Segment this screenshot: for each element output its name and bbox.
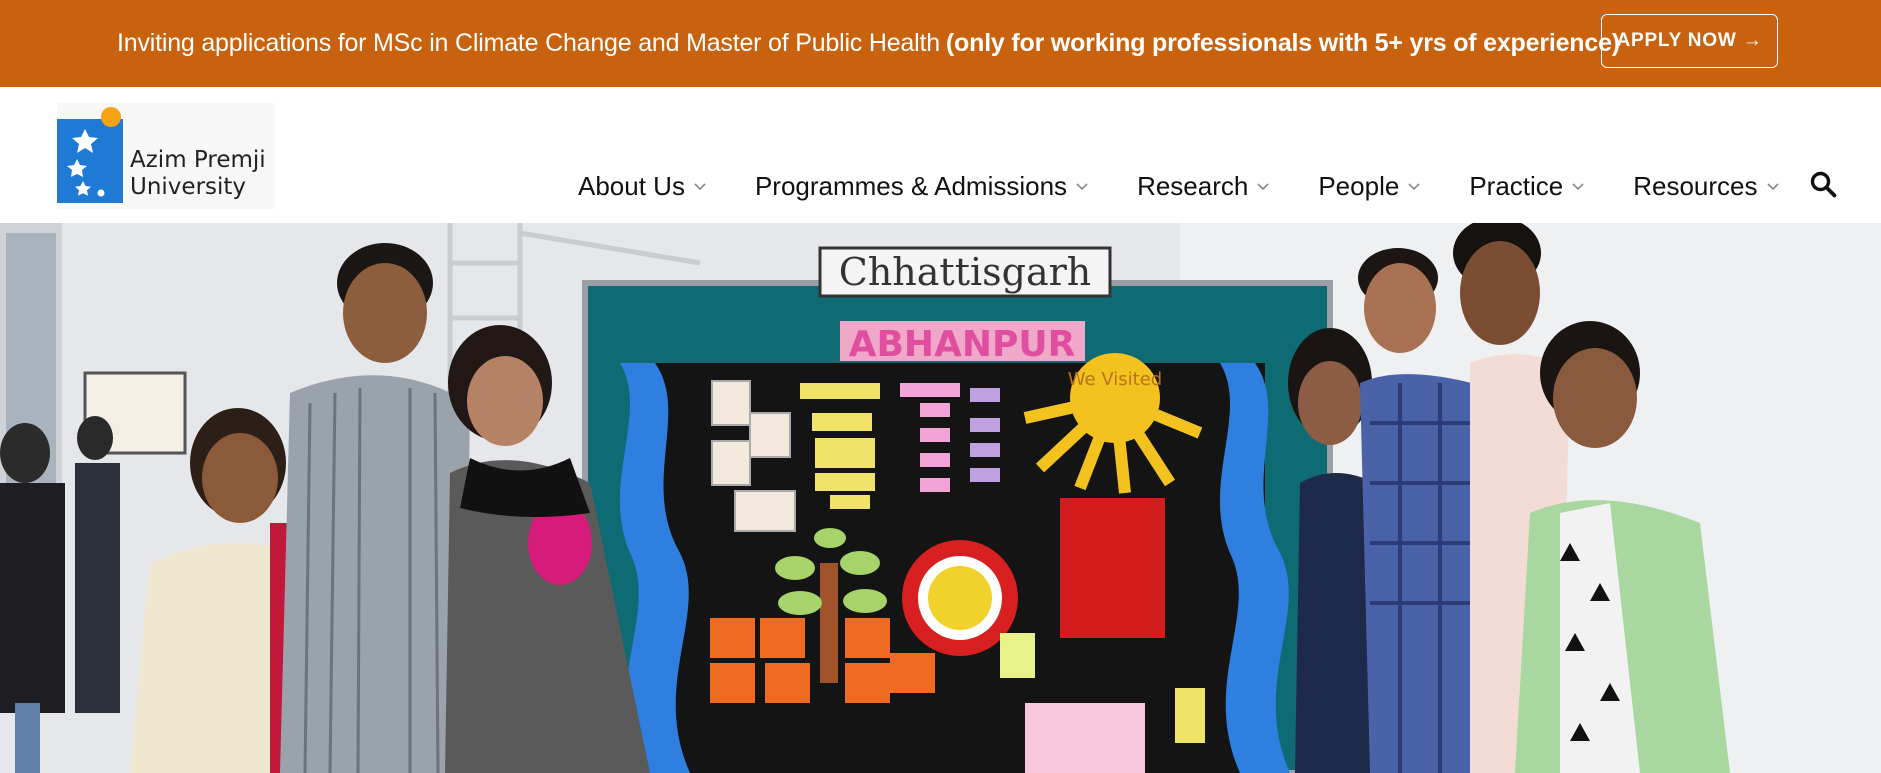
announcement-emphasis: (only for working professionals with 5+ …	[945, 29, 1620, 57]
announcement-message: Inviting applications for MSc in Climate…	[117, 29, 940, 57]
nav-item-practice[interactable]: Practice	[1469, 171, 1585, 202]
logo-wordmark: Azim Premji University	[130, 147, 266, 201]
logo-sun-icon	[101, 107, 121, 127]
announcement-bar: Inviting applications for MSc in Climate…	[0, 0, 1881, 87]
chevron-down-icon	[1408, 183, 1420, 191]
nav-label: Programmes & Admissions	[754, 170, 1068, 201]
chevron-down-icon	[1572, 183, 1584, 191]
board-subtitle: ABHANPUR	[849, 324, 1076, 365]
nav-label: People	[1318, 170, 1400, 201]
nav-item-people[interactable]: People	[1318, 171, 1421, 202]
board-note: We Visited	[1068, 369, 1162, 390]
logo-mark	[57, 119, 123, 203]
main-nav: About Us Programmes & Admissions Researc…	[578, 169, 1780, 203]
search-icon[interactable]	[1809, 170, 1837, 198]
hero-illustration: Chhattisgarh ABHANPUR We Visited	[0, 223, 1881, 773]
chevron-down-icon	[1076, 183, 1088, 191]
nav-item-about-us[interactable]: About Us	[578, 171, 707, 202]
university-logo[interactable]: Azim Premji University	[57, 103, 275, 209]
board-title: Chhattisgarh	[839, 250, 1092, 294]
nav-item-research[interactable]: Research	[1137, 171, 1270, 202]
nav-label: About Us	[578, 170, 685, 201]
announcement-text: Inviting applications for MSc in Climate…	[117, 0, 1620, 87]
chevron-down-icon	[1766, 183, 1779, 191]
nav-label: Research	[1137, 170, 1249, 201]
nav-label: Practice	[1469, 170, 1564, 201]
chevron-down-icon	[694, 183, 706, 191]
apply-now-button[interactable]: APPLY NOW →	[1601, 14, 1778, 68]
hero-image: Chhattisgarh ABHANPUR We Visited	[0, 223, 1881, 773]
nav-item-resources[interactable]: Resources	[1633, 171, 1779, 202]
site-header: Azim Premji University About Us Programm…	[0, 87, 1881, 223]
nav-label: Resources	[1633, 170, 1758, 201]
nav-item-programmes-admissions[interactable]: Programmes & Admissions	[755, 171, 1089, 202]
chevron-down-icon	[1257, 183, 1269, 191]
logo-line2: University	[130, 174, 247, 200]
logo-line1: Azim Premji	[130, 147, 266, 173]
